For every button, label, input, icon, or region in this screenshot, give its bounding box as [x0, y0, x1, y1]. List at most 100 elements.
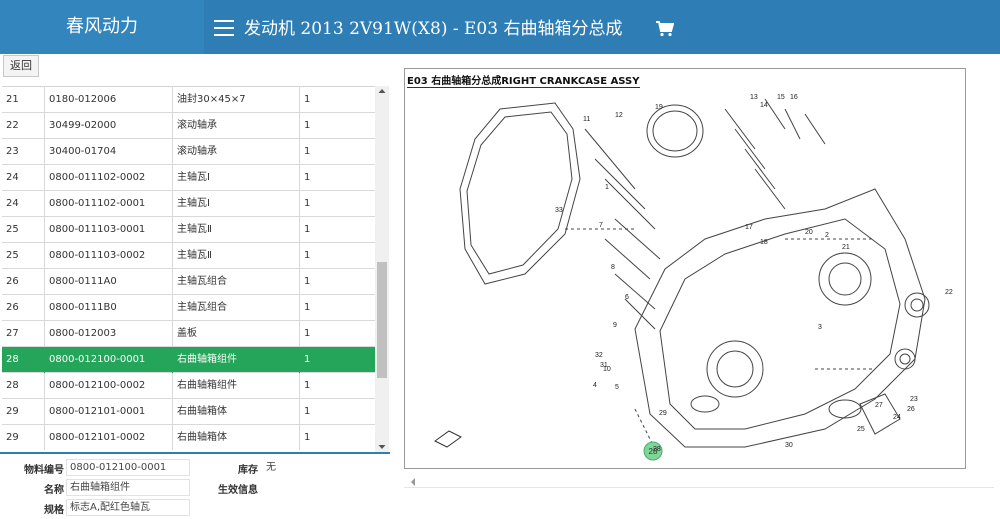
- effective-info-label: 生效信息: [218, 485, 258, 496]
- scroll-up-arrow-icon[interactable]: [375, 86, 389, 96]
- quantity-cell: 1: [304, 224, 311, 235]
- callout-number: 4: [593, 382, 597, 389]
- part-number-cell: 0800-012003: [45, 321, 173, 347]
- table-row[interactable]: 29 0800-012101-0002 右曲轴箱体 1: [2, 425, 375, 450]
- table-row[interactable]: 25 0800-011103-0001 主轴瓦Ⅱ 1: [2, 217, 375, 243]
- table-row[interactable]: 28 0800-012100-0001 右曲轴箱组件 1: [2, 347, 375, 373]
- quantity-cell: 1: [304, 328, 311, 339]
- quantity-cell: 1: [304, 120, 311, 131]
- callout-number: 5: [615, 384, 619, 391]
- table-row[interactable]: 22 30499-02000 滚动轴承 1: [2, 113, 375, 139]
- name-label: 名称: [44, 485, 64, 496]
- effective-info-value: [262, 479, 386, 496]
- part-number-cell: 0800-011102-0002: [45, 165, 173, 191]
- quantity-cell: 1: [304, 94, 311, 105]
- row-number: 22: [2, 113, 45, 139]
- part-name-cell: 主轴瓦Ⅱ: [173, 243, 300, 269]
- callout-number: 22: [945, 289, 953, 296]
- part-name-cell: 右曲轴箱组件: [173, 347, 300, 373]
- callout-number: 12: [615, 112, 623, 119]
- table-row[interactable]: 24 0800-011102-0002 主轴瓦Ⅰ 1: [2, 165, 375, 191]
- callout-number: 30: [785, 442, 793, 449]
- part-detail-panel: 物料编号 0800-012100-0001 库存 无 名称 右曲轴箱组件 生效信…: [0, 452, 390, 517]
- part-name-cell: 主轴瓦Ⅰ: [173, 165, 300, 191]
- crankcase-drawing: 28 11112131415 16171819220212223242526272…: [434, 94, 953, 461]
- table-row[interactable]: 29 0800-012101-0001 右曲轴箱体 1: [2, 399, 375, 425]
- parts-table: 21 0180-012006 油封30×45×7 1 22 30499-02000 滚动轴承…: [2, 86, 375, 450]
- callout-number: 10: [603, 366, 611, 373]
- part-number-cell: 0800-0111B0: [45, 295, 173, 321]
- part-number-cell: 0800-012100-0001: [45, 347, 173, 373]
- part-number-cell: 30400-01704: [45, 139, 173, 165]
- bearing-22: [904, 292, 930, 318]
- callout-number: 28: [653, 446, 661, 453]
- callout-number: 3: [818, 324, 822, 331]
- table-row[interactable]: 28 0800-012100-0002 右曲轴箱组件 1: [2, 373, 375, 399]
- quantity-cell: 1: [304, 354, 311, 365]
- table-row[interactable]: 26 0800-0111A0 主轴瓦组合 1: [2, 269, 375, 295]
- callout-number: 1: [605, 184, 609, 191]
- row-number: 25: [2, 243, 45, 269]
- part-name-cell: 右曲轴箱体: [173, 425, 300, 450]
- callout-number: 8: [611, 264, 615, 271]
- table-row[interactable]: 23 30400-01704 滚动轴承 1: [2, 139, 375, 165]
- exploded-diagram[interactable]: E03 右曲轴箱分总成RIGHT CRANKCASE ASSY 28 1 11 …: [404, 68, 966, 469]
- callout-number: 27: [875, 402, 883, 409]
- spec-label: 规格: [44, 505, 64, 516]
- callout-number: 33: [555, 207, 563, 214]
- horizontal-scroll-left-arrow-icon[interactable]: [409, 477, 417, 487]
- callout-number: 14: [760, 102, 768, 109]
- quantity-cell: 1: [304, 276, 311, 287]
- table-row[interactable]: 26 0800-0111B0 主轴瓦组合 1: [2, 295, 375, 321]
- scroll-thumb[interactable]: [377, 262, 387, 378]
- callout-number: 11: [583, 116, 590, 123]
- callout-number: 19: [655, 104, 663, 111]
- name-value: 右曲轴箱组件: [66, 479, 190, 496]
- top-bar: 春风动力 发动机 2013 2V91W(X8) - E03 右曲轴箱分总成: [0, 0, 1000, 54]
- detail-row-part-no: 物料编号 0800-012100-0001 库存 无: [0, 459, 390, 479]
- quantity-cell: 1: [304, 380, 311, 391]
- table-row[interactable]: 27 0800-012003 盖板 1: [2, 321, 375, 347]
- part-name-cell: 滚动轴承: [173, 113, 300, 139]
- back-button[interactable]: 返回: [3, 55, 39, 77]
- callout-number: 32: [595, 352, 603, 359]
- table-row[interactable]: 21 0180-012006 油封30×45×7 1: [2, 87, 375, 113]
- spec-value: 标志A,配红色轴瓦: [66, 499, 190, 516]
- hamburger-menu-icon[interactable]: [214, 20, 234, 36]
- cart-icon[interactable]: [656, 21, 674, 37]
- quantity-cell: 1: [304, 172, 311, 183]
- callout-number: 6: [625, 294, 629, 301]
- bearing-23: [894, 348, 916, 370]
- part-name-cell: 主轴瓦Ⅰ: [173, 191, 300, 217]
- callout-number: 23: [910, 396, 918, 403]
- part-number-cell: 30499-02000: [45, 113, 173, 139]
- callout-number: 25: [857, 426, 865, 433]
- part-number-cell: 0800-012101-0001: [45, 399, 173, 425]
- callout-number: 29: [659, 410, 667, 417]
- scroll-down-arrow-icon[interactable]: [375, 442, 389, 452]
- callout-number: 26: [907, 406, 915, 413]
- row-number: 29: [2, 399, 45, 425]
- callout-number: 2: [825, 232, 829, 239]
- cover-plate: [646, 104, 704, 158]
- table-scrollbar[interactable]: [375, 86, 389, 452]
- row-number: 28: [2, 373, 45, 399]
- part-name-cell: 主轴瓦组合: [173, 295, 300, 321]
- callout-number: 9: [613, 322, 617, 329]
- part-number-cell: 0800-011103-0001: [45, 217, 173, 243]
- table-row[interactable]: 24 0800-011102-0001 主轴瓦Ⅰ 1: [2, 191, 375, 217]
- part-no-value: 0800-012100-0001: [66, 459, 190, 476]
- callout-number: 18: [760, 239, 768, 246]
- horizontal-scrollbar[interactable]: [404, 487, 994, 488]
- callout-number: 7: [599, 222, 603, 229]
- part-number-cell: 0180-012006: [45, 87, 173, 113]
- detail-row-spec: 规格 标志A,配红色轴瓦: [0, 499, 390, 519]
- row-number: 26: [2, 295, 45, 321]
- quantity-cell: 1: [304, 302, 311, 313]
- table-row[interactable]: 25 0800-011103-0002 主轴瓦Ⅱ 1: [2, 243, 375, 269]
- row-number: 27: [2, 321, 45, 347]
- callout-number: 17: [745, 224, 753, 231]
- part-number-cell: 0800-012100-0002: [45, 373, 173, 399]
- part-name-cell: 右曲轴箱体: [173, 399, 300, 425]
- row-number: 23: [2, 139, 45, 165]
